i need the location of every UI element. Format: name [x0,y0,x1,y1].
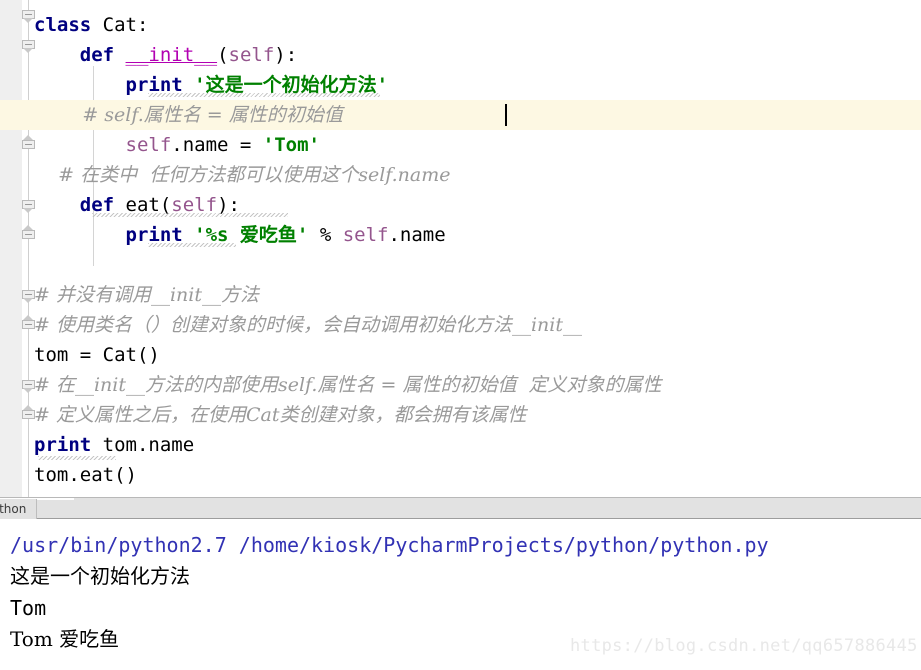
console-output-line: Tom 爱吃鱼 [10,627,120,651]
warning-squiggle-print-1 [148,93,380,97]
text-caret [505,104,507,126]
code-token-cmt: # 使用类名（）创建对象的时候，会自动调用初始化方法__init__ [34,314,582,336]
code-line[interactable]: self.name = 'Tom' [34,130,320,160]
code-line[interactable]: # 在类中 任何方法都可以使用这个self.name [34,160,451,190]
code-token-plain: ): [274,44,298,66]
code-token-plain: tom.name [91,434,195,456]
console-output-line: Tom [10,596,47,620]
code-token-plain: tom = Cat() [34,344,160,366]
code-token-fn: __init__ [125,44,218,66]
code-token-plain: Cat: [91,14,149,36]
code-token-cmt: # 在__init__方法的内部使用self.属性名 = 属性的初始值 定义对象… [34,374,662,396]
warning-squiggle-def-eat [92,213,288,217]
code-token-selfkw: self [125,134,172,156]
code-token-str: 'Tom' [262,134,320,156]
tab-python[interactable]: ython [0,499,38,519]
code-lines-container[interactable]: class Cat: def __init__(self): print '这是… [0,0,921,497]
code-line[interactable]: # self.属性名 = 属性的初始值 [34,100,343,130]
code-token-plain: .name = [171,134,263,156]
code-editor[interactable]: class Cat: def __init__(self): print '这是… [0,0,921,497]
warning-squiggle-print-3 [38,456,116,460]
code-line[interactable]: # 在__init__方法的内部使用self.属性名 = 属性的初始值 定义对象… [34,370,662,400]
code-token-kw: print [34,434,92,456]
code-token-plain: tom.eat() [34,464,137,486]
code-token-plain: ( [217,44,229,66]
code-line[interactable]: class Cat: [34,10,148,40]
code-token-kw: class [34,14,92,36]
code-line[interactable]: # 使用类名（）创建对象的时候，会自动调用初始化方法__init__ [34,310,582,340]
warning-squiggle-print-2 [148,243,236,247]
code-token-kw: def [79,44,115,66]
code-token-cmt: # 定义属性之后，在使用Cat类创建对象，都会拥有该属性 [34,404,527,426]
code-token-cmt: # 并没有调用__init__方法 [34,284,259,306]
code-token-cmt: # 在类中 任何方法都可以使用这个self.name [34,164,451,186]
code-line[interactable]: print '%s 爱吃鱼' % self.name [34,220,446,250]
code-token-selfkw: self [228,44,275,66]
code-line[interactable]: tom = Cat() [34,340,160,370]
code-token-cmt: # self.属性名 = 属性的初始值 [34,104,343,126]
watermark-text: https://blog.csdn.net/qq657886445 [570,636,918,656]
code-line[interactable]: # 并没有调用__init__方法 [34,280,259,310]
code-token-plain: % [308,224,343,246]
code-line[interactable]: # 定义属性之后，在使用Cat类创建对象，都会拥有该属性 [34,400,526,430]
code-line[interactable]: tom.eat() [34,460,137,490]
code-token-plain: .name [388,224,446,246]
console-output-line: 这是一个初始化方法 [10,564,190,588]
code-line[interactable]: def __init__(self): [34,40,297,70]
editor-tab-strip[interactable]: ython [0,497,921,519]
code-token-selfkw: self [342,224,389,246]
pycharm-screenshot: class Cat: def __init__(self): print '这是… [0,0,921,670]
console-command-line: /usr/bin/python2.7 /home/kiosk/PycharmPr… [10,533,769,557]
